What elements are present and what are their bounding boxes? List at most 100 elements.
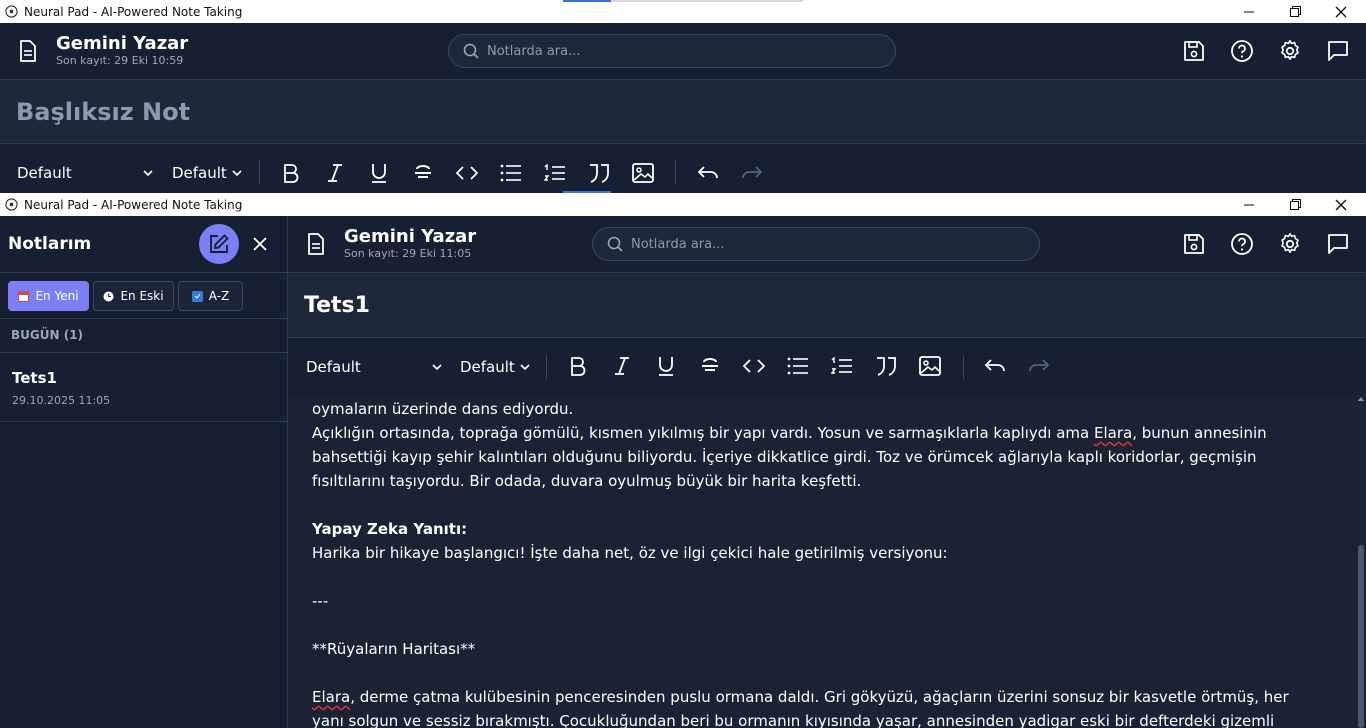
image-icon[interactable] (629, 159, 657, 187)
size-select[interactable]: Default (172, 164, 244, 182)
chat-icon[interactable] (1324, 37, 1352, 65)
ai-heading: Yapay Zeka Yanıtı: (312, 520, 468, 538)
underline-icon[interactable] (652, 352, 680, 380)
close-sidebar-icon[interactable] (253, 236, 269, 252)
divider-text: --- (312, 592, 329, 610)
clock-icon (103, 291, 114, 301)
font-select[interactable]: Default (306, 358, 446, 376)
paragraph: Açıklığın ortasında, toprağa gömülü, kıs… (312, 424, 1272, 490)
search-input[interactable]: Notlarda ara... (448, 34, 896, 68)
image-icon[interactable] (916, 352, 944, 380)
front-header: Gemini Yazar Son kayıt: 29 Eki 11:05 Not… (288, 216, 1366, 273)
minimize-icon[interactable] (1226, 193, 1272, 216)
code-icon[interactable] (740, 352, 768, 380)
size-select[interactable]: Default (460, 358, 532, 376)
bullet-list-icon[interactable] (784, 352, 812, 380)
tab-indicator (563, 0, 611, 2)
sort-az-icon (191, 290, 203, 302)
calendar-icon (18, 291, 30, 302)
scrollbar[interactable] (1356, 395, 1366, 728)
note-title[interactable]: Başlıksız Not (16, 98, 190, 126)
help-icon[interactable] (1228, 230, 1256, 258)
spelling-flag: Elara (1094, 424, 1133, 442)
note-title[interactable]: Tets1 (304, 293, 370, 318)
toolbar-divider (675, 160, 676, 184)
document-icon (16, 39, 40, 63)
close-icon[interactable] (1318, 193, 1364, 216)
undo-icon[interactable] (694, 159, 722, 187)
formatting-toolbar: Default Default (288, 338, 1366, 395)
sort-oldest-button[interactable]: En Eski (93, 281, 174, 311)
underline-icon[interactable] (365, 159, 393, 187)
last-saved: Son kayıt: 29 Eki 11:05 (344, 247, 472, 260)
front-titlebar: Neural Pad - AI-Powered Note Taking (0, 193, 1366, 216)
save-icon[interactable] (1180, 230, 1208, 258)
story-title: **Rüyaların Haritası** (312, 640, 476, 658)
note-title-area: Tets1 (288, 273, 1366, 338)
numbered-list-icon[interactable] (828, 352, 856, 380)
strikethrough-icon[interactable] (696, 352, 724, 380)
app-title: Gemini Yazar (344, 226, 477, 247)
minimize-icon[interactable] (1226, 0, 1272, 23)
tab-indicator-track (611, 0, 803, 2)
toolbar-divider (546, 355, 547, 379)
back-window: Neural Pad - AI-Powered Note Taking Gemi… (0, 0, 1366, 193)
paragraph: Elara, derme çatma kulübesinin penceresi… (312, 688, 1289, 728)
group-header: BUGÜN (1) (0, 319, 287, 353)
back-header: Gemini Yazar Son kayıt: 29 Eki 10:59 Not… (0, 23, 1366, 80)
group-label: BUGÜN (1) (11, 328, 84, 342)
restore-icon[interactable] (1272, 0, 1318, 23)
app-icon (4, 4, 19, 19)
search-icon (463, 43, 479, 59)
restore-icon[interactable] (1272, 193, 1318, 216)
paragraph: oymaların üzerinde dans ediyordu. (312, 400, 574, 418)
italic-icon[interactable] (608, 352, 636, 380)
gear-icon[interactable] (1276, 37, 1304, 65)
new-note-button[interactable] (199, 224, 239, 264)
save-icon[interactable] (1180, 37, 1208, 65)
spelling-flag: Elara (312, 688, 351, 706)
document-icon (304, 232, 328, 256)
scrollbar-up-arrow[interactable] (1358, 397, 1364, 401)
redo-icon[interactable] (1025, 352, 1053, 380)
back-note-title-area: Başlıksız Not (0, 80, 1366, 144)
undo-icon[interactable] (981, 352, 1009, 380)
code-icon[interactable] (453, 159, 481, 187)
search-icon (607, 236, 623, 252)
strikethrough-icon[interactable] (409, 159, 437, 187)
back-titlebar: Neural Pad - AI-Powered Note Taking (0, 0, 1366, 23)
edit-icon (210, 234, 229, 253)
note-item-date: 29.10.2025 11:05 (12, 394, 111, 407)
italic-icon[interactable] (321, 159, 349, 187)
bullet-list-icon[interactable] (497, 159, 525, 187)
window-title: Neural Pad - AI-Powered Note Taking (24, 4, 243, 19)
editor-content[interactable]: oymaların üzerinde dans ediyordu. Açıklı… (288, 395, 1366, 728)
sort-newest-button[interactable]: En Yeni (8, 281, 89, 311)
window-title: Neural Pad - AI-Powered Note Taking (24, 197, 243, 212)
bold-icon[interactable] (277, 159, 305, 187)
close-icon[interactable] (1318, 0, 1364, 23)
help-icon[interactable] (1228, 37, 1256, 65)
app-icon (4, 197, 19, 212)
quote-icon[interactable] (585, 159, 613, 187)
chat-icon[interactable] (1324, 230, 1352, 258)
paragraph: Harika bir hikaye başlangıcı! İşte daha … (312, 544, 948, 562)
sidebar-title: Notlarım (8, 234, 92, 254)
note-item-title: Tets1 (12, 369, 57, 387)
list-item[interactable]: Tets1 29.10.2025 11:05 (0, 354, 287, 422)
numbered-list-icon[interactable] (541, 159, 569, 187)
bold-icon[interactable] (564, 352, 592, 380)
scrollbar-thumb[interactable] (1358, 545, 1364, 728)
font-select[interactable]: Default (17, 164, 157, 182)
search-input[interactable]: Notlarda ara... (592, 227, 1040, 261)
quote-icon[interactable] (872, 352, 900, 380)
redo-icon[interactable] (738, 159, 766, 187)
sidebar-header: Notlarım (0, 216, 287, 273)
back-toolbar: Default Default (0, 144, 1366, 193)
sort-az-button[interactable]: A-Z (178, 281, 243, 311)
gear-icon[interactable] (1276, 230, 1304, 258)
